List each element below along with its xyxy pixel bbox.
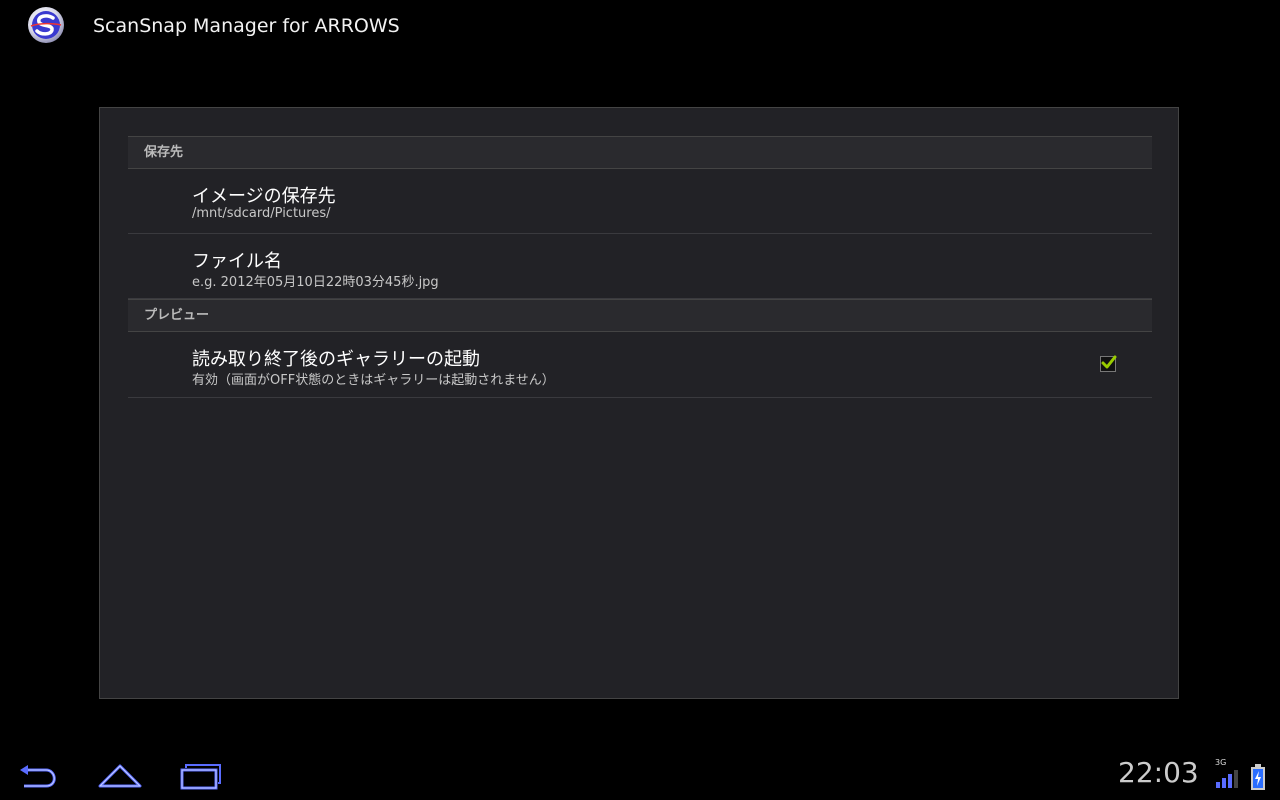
- network-type-label: 3G: [1215, 758, 1227, 767]
- signal-icon[interactable]: [1214, 768, 1240, 788]
- pref-launch-gallery[interactable]: 読み取り終了後のギャラリーの起動 有効（画面がOFF状態のときはギャラリーは起動…: [128, 332, 1152, 398]
- back-icon: [20, 765, 56, 788]
- settings-list: 保存先 イメージの保存先 /mnt/sdcard/Pictures/ ファイル名…: [128, 136, 1152, 398]
- back-button[interactable]: [16, 762, 64, 792]
- system-bar: 22:03 3G: [0, 748, 1280, 800]
- pref-summary: e.g. 2012年05月10日22時03分45秒.jpg: [192, 275, 439, 290]
- app-title: ScanSnap Manager for ARROWS: [93, 15, 400, 37]
- screen: ScanSnap Manager for ARROWS 保存先 イメージの保存先…: [0, 0, 1280, 800]
- checkmark-icon: [1101, 355, 1117, 369]
- settings-panel: 保存先 イメージの保存先 /mnt/sdcard/Pictures/ ファイル名…: [99, 107, 1179, 699]
- home-button[interactable]: [96, 762, 144, 792]
- pref-file-name[interactable]: ファイル名 e.g. 2012年05月10日22時03分45秒.jpg: [128, 234, 1152, 299]
- recent-apps-button[interactable]: [176, 762, 224, 792]
- scansnap-logo-icon[interactable]: [27, 6, 65, 44]
- recent-apps-icon: [180, 764, 221, 790]
- action-bar: ScanSnap Manager for ARROWS: [0, 0, 1280, 56]
- pref-title: イメージの保存先: [192, 186, 336, 207]
- category-header-save-location: 保存先: [128, 136, 1152, 169]
- pref-summary: 有効（画面がOFF状態のときはギャラリーは起動されません）: [192, 373, 555, 388]
- pref-summary: /mnt/sdcard/Pictures/: [192, 206, 331, 221]
- launch-gallery-checkbox[interactable]: [1100, 355, 1117, 372]
- pref-title: ファイル名: [192, 251, 282, 272]
- home-icon: [98, 764, 142, 788]
- category-header-preview: プレビュー: [128, 299, 1152, 332]
- pref-image-save-location[interactable]: イメージの保存先 /mnt/sdcard/Pictures/: [128, 169, 1152, 234]
- pref-title: 読み取り終了後のギャラリーの起動: [192, 349, 480, 370]
- clock[interactable]: 22:03: [1118, 756, 1199, 789]
- battery-icon[interactable]: [1250, 764, 1266, 790]
